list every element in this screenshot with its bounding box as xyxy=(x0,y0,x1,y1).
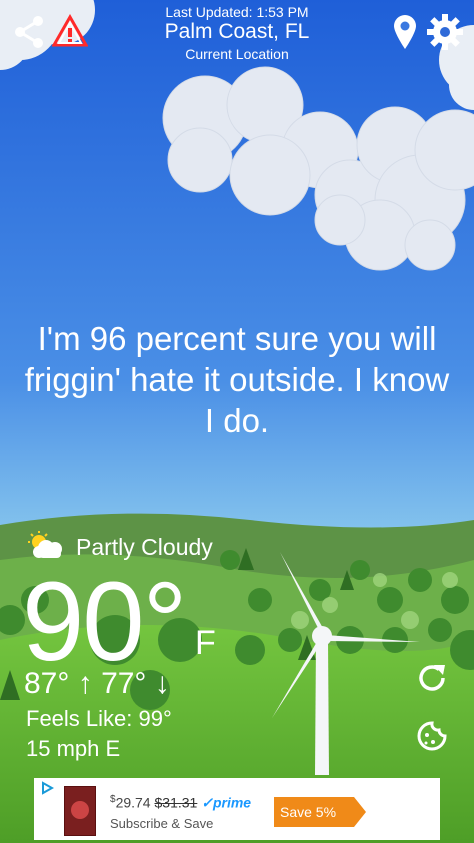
save-button[interactable]: Save 5% xyxy=(274,797,354,827)
ad-price: 29.74 xyxy=(115,794,151,811)
refresh-icon[interactable] xyxy=(415,661,449,695)
ad-banner[interactable]: $29.74 $31.31 ✓prime Subscribe & Save Sa… xyxy=(34,778,440,840)
prime-badge: ✓prime xyxy=(201,794,252,811)
low-temp: 77° xyxy=(101,667,147,700)
high-low: 87° ↑ 77° ↓ xyxy=(24,667,170,701)
ad-subscribe-text: Subscribe & Save xyxy=(110,816,214,831)
partly-cloudy-icon xyxy=(24,530,66,560)
high-temp: 87° xyxy=(24,667,70,700)
arrow-up-icon: ↑ xyxy=(77,667,93,700)
temperature-unit[interactable]: F xyxy=(195,624,216,663)
gear-icon[interactable] xyxy=(426,13,464,51)
product-image[interactable] xyxy=(64,786,96,836)
current-temperature: 90° xyxy=(22,559,187,684)
arrow-down-icon: ↓ xyxy=(154,667,170,700)
cookie-icon[interactable] xyxy=(415,719,449,753)
weather-quote: I'm 96 percent sure you will friggin' ha… xyxy=(24,320,450,439)
ad-price-line: $29.74 $31.31 ✓prime xyxy=(110,794,252,811)
feels-like: Feels Like: 99° xyxy=(26,706,172,731)
condition-text: Partly Cloudy xyxy=(76,534,213,560)
location-pin-icon[interactable] xyxy=(392,14,418,50)
wind: 15 mph E xyxy=(26,736,121,761)
save-tag-tip xyxy=(354,797,366,827)
ad-old-price: $31.31 xyxy=(154,794,198,811)
ad-choices-icon[interactable] xyxy=(40,781,55,795)
